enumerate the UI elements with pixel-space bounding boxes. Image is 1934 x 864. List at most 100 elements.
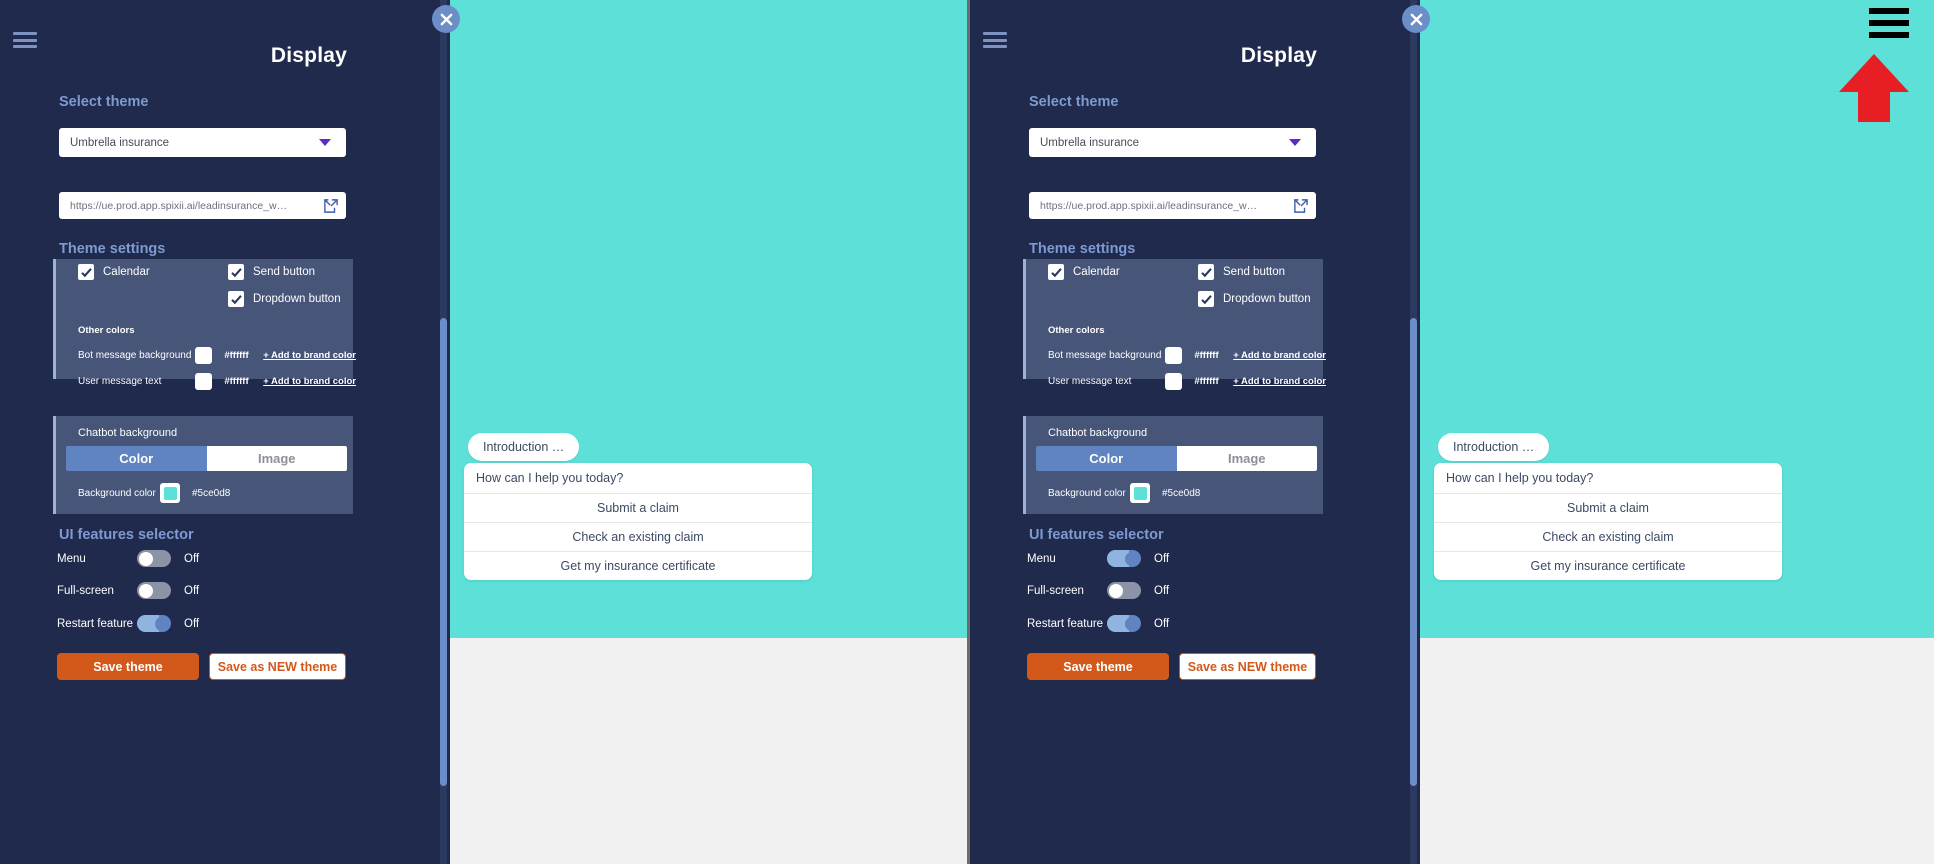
toggle-menu[interactable]	[1107, 550, 1141, 567]
color-swatch[interactable]	[1165, 373, 1183, 390]
checkbox-dropdown-button-label: Dropdown button	[1223, 293, 1311, 305]
checkbox-checked-icon	[228, 264, 244, 280]
right-capture: Introduction … How can I help you today?…	[967, 0, 1934, 864]
checkbox-checked-icon	[1198, 264, 1214, 280]
color-swatch[interactable]	[1165, 347, 1183, 364]
add-to-brand-color-link[interactable]: + Add to brand color	[1233, 350, 1326, 361]
feature-label-menu: Menu	[57, 552, 86, 565]
checkbox-dropdown-button[interactable]: Dropdown button	[1198, 291, 1311, 307]
bot-question: How can I help you today?	[464, 463, 812, 494]
option-submit-claim[interactable]: Submit a claim	[1434, 494, 1782, 523]
option-insurance-certificate[interactable]: Get my insurance certificate	[1434, 552, 1782, 580]
checkbox-send-button-label: Send button	[1223, 266, 1286, 278]
theme-select[interactable]: Umbrella insurance	[1029, 128, 1316, 157]
background-color-swatch[interactable]	[160, 483, 180, 503]
checkbox-checked-icon	[78, 264, 94, 280]
theme-url-input[interactable]: https://ue.prod.app.spixii.ai/leadinsura…	[59, 192, 346, 219]
color-row-bot-message-background: Bot message background #ffffff + Add to …	[78, 347, 356, 364]
add-to-brand-color-link[interactable]: + Add to brand color	[263, 376, 356, 387]
color-row-user-message-text: User message text #ffffff + Add to brand…	[78, 373, 356, 390]
page-title: Display	[1240, 44, 1317, 67]
toggle-restart-feature-state: Off	[1154, 617, 1170, 630]
other-colors-title: Other colors	[78, 325, 135, 336]
theme-settings-card: Calendar Send button Dropdown button Oth…	[53, 259, 356, 390]
chatbot-background-label: Chatbot background	[78, 427, 178, 439]
save-as-new-theme-button[interactable]: Save as NEW theme	[1179, 653, 1316, 680]
select-theme-heading: Select theme	[1029, 94, 1119, 110]
background-color-label: Background color	[1048, 487, 1126, 499]
checkbox-send-button[interactable]: Send button	[228, 264, 315, 280]
feature-label-full-screen: Full-screen	[57, 584, 114, 597]
color-hex-value: #ffffff	[1194, 350, 1219, 361]
toggle-restart-feature[interactable]	[1107, 615, 1141, 632]
color-hex-value: #ffffff	[1194, 376, 1219, 387]
color-swatch[interactable]	[195, 347, 213, 364]
theme-url-input[interactable]: https://ue.prod.app.spixii.ai/leadinsura…	[1029, 192, 1316, 219]
color-swatch[interactable]	[195, 373, 213, 390]
close-panel-button[interactable]	[432, 5, 460, 33]
bot-question: How can I help you today?	[1434, 463, 1782, 494]
theme-select[interactable]: Umbrella insurance	[59, 128, 346, 157]
bot-message-card: How can I help you today? Submit a claim…	[1434, 463, 1782, 580]
background-color-hex: #5ce0d8	[192, 487, 231, 499]
external-link-icon[interactable]	[1286, 198, 1316, 213]
segment-color[interactable]: Color	[1036, 446, 1177, 471]
checkbox-calendar[interactable]: Calendar	[1048, 264, 1120, 280]
ui-features-heading: UI features selector	[59, 527, 194, 543]
feature-label-full-screen: Full-screen	[1027, 584, 1084, 597]
background-color-swatch[interactable]	[1130, 483, 1150, 503]
panel-hamburger-icon[interactable]	[983, 32, 1007, 48]
panel-scrollbar-thumb[interactable]	[1410, 318, 1417, 786]
chatbot-menu-icon[interactable]	[1869, 8, 1909, 38]
segment-color[interactable]: Color	[66, 446, 207, 471]
segment-image[interactable]: Image	[206, 446, 347, 471]
color-row-label: User message text	[1048, 376, 1132, 387]
save-theme-button[interactable]: Save theme	[1027, 653, 1169, 680]
save-as-new-theme-button[interactable]: Save as NEW theme	[209, 653, 346, 680]
toggle-full-screen[interactable]	[137, 582, 171, 599]
toggle-restart-feature[interactable]	[137, 615, 171, 632]
option-check-existing-claim[interactable]: Check an existing claim	[1434, 523, 1782, 552]
checkbox-dropdown-button[interactable]: Dropdown button	[228, 291, 341, 307]
toggle-full-screen[interactable]	[1107, 582, 1141, 599]
feature-row-restart-feature: Restart feature Off	[57, 615, 277, 632]
color-row-label: User message text	[78, 376, 162, 387]
option-check-existing-claim[interactable]: Check an existing claim	[464, 523, 812, 552]
external-link-icon[interactable]	[316, 198, 346, 213]
background-color-label: Background color	[78, 487, 156, 499]
background-color-row: Background color #5ce0d8	[78, 483, 230, 503]
close-panel-button[interactable]	[1402, 5, 1430, 33]
page-title: Display	[270, 44, 347, 67]
chatbot-background-card: Chatbot background Color Image Backgroun…	[1023, 416, 1323, 514]
toggle-menu[interactable]	[137, 550, 171, 567]
panel-scrollbar-thumb[interactable]	[440, 318, 447, 786]
chevron-down-icon	[319, 139, 331, 146]
save-theme-button[interactable]: Save theme	[57, 653, 199, 680]
option-insurance-certificate[interactable]: Get my insurance certificate	[464, 552, 812, 580]
select-theme-heading: Select theme	[59, 94, 149, 110]
color-row-label: Bot message background	[1048, 350, 1162, 361]
toggle-menu-state: Off	[184, 552, 200, 565]
feature-row-menu: Menu Off	[57, 550, 277, 567]
theme-select-value: Umbrella insurance	[1040, 136, 1140, 149]
checkbox-calendar[interactable]: Calendar	[78, 264, 150, 280]
intro-bubble: Introduction …	[468, 433, 580, 461]
theme-select-value: Umbrella insurance	[70, 136, 170, 149]
chevron-down-icon	[1289, 139, 1301, 146]
segment-image[interactable]: Image	[1176, 446, 1317, 471]
checkbox-calendar-label: Calendar	[103, 266, 150, 278]
chatbot-background-label: Chatbot background	[1048, 427, 1148, 439]
checkbox-send-button[interactable]: Send button	[1198, 264, 1285, 280]
feature-row-full-screen: Full-screen Off	[57, 582, 277, 599]
checkbox-checked-icon	[228, 291, 244, 307]
add-to-brand-color-link[interactable]: + Add to brand color	[1233, 376, 1326, 387]
panel-hamburger-icon[interactable]	[13, 32, 37, 48]
add-to-brand-color-link[interactable]: + Add to brand color	[263, 350, 356, 361]
theme-url-value: https://ue.prod.app.spixii.ai/leadinsura…	[70, 199, 288, 212]
theme-settings-heading: Theme settings	[59, 241, 166, 257]
toggle-full-screen-state: Off	[184, 584, 200, 597]
checkbox-dropdown-button-label: Dropdown button	[253, 293, 341, 305]
left-capture: Introduction … How can I help you today?…	[0, 0, 967, 864]
background-type-segmented-control: Color Image	[66, 446, 347, 471]
option-submit-claim[interactable]: Submit a claim	[464, 494, 812, 523]
